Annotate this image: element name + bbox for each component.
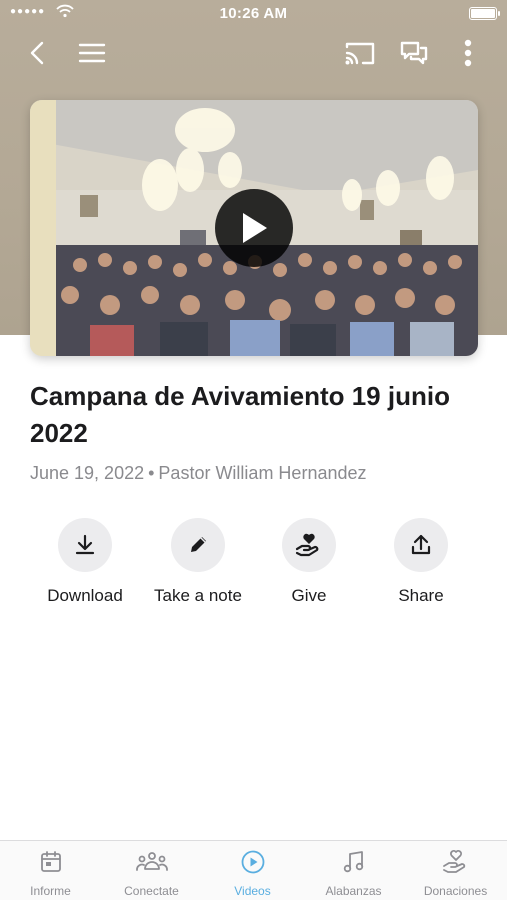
cast-icon xyxy=(345,42,375,65)
tab-informe[interactable]: Informe xyxy=(0,849,101,898)
battery-icon xyxy=(469,7,500,20)
video-thumbnail[interactable] xyxy=(30,100,478,356)
take-a-note-button[interactable]: Take a note xyxy=(143,518,253,606)
download-icon xyxy=(75,534,95,555)
meta-separator: • xyxy=(148,463,155,483)
tab-label-alabanzas: Alabanzas xyxy=(325,884,382,898)
download-icon-circle xyxy=(58,518,112,572)
sermon-title: Campana de Avivamiento 19 junio 2022 xyxy=(30,381,450,448)
cast-button[interactable] xyxy=(342,36,378,70)
back-button[interactable] xyxy=(20,36,56,70)
more-options-button[interactable] xyxy=(450,36,486,70)
more-vertical-icon xyxy=(464,39,472,67)
give-button[interactable]: Give xyxy=(254,518,364,606)
pencil-icon xyxy=(191,537,206,552)
tab-bar: Informe Conectate Videos Alabanzas Donac… xyxy=(0,840,507,900)
heart-hand-icon xyxy=(442,850,465,873)
tab-videos[interactable]: Videos xyxy=(202,849,303,898)
give-icon-circle xyxy=(282,518,336,572)
status-bar: ●●●●● 10:26 AM xyxy=(0,0,507,28)
tab-conectate[interactable]: Conectate xyxy=(101,849,202,898)
tab-alabanzas[interactable]: Alabanzas xyxy=(303,849,404,898)
download-button[interactable]: Download xyxy=(30,518,140,606)
play-icon xyxy=(243,213,267,243)
chat-button[interactable] xyxy=(396,36,432,70)
tab-label-donaciones: Donaciones xyxy=(423,884,488,898)
chevron-left-icon xyxy=(30,41,44,65)
calendar-icon xyxy=(40,851,61,872)
hamburger-menu-icon xyxy=(78,43,106,63)
give-heart-hand-icon xyxy=(295,533,319,557)
people-group-icon xyxy=(135,852,168,871)
chat-bubbles-icon xyxy=(400,41,428,65)
download-label: Download xyxy=(47,586,123,605)
play-button[interactable] xyxy=(215,189,293,267)
pencil-icon-circle xyxy=(171,518,225,572)
status-time: 10:26 AM xyxy=(219,5,288,22)
tab-label-videos: Videos xyxy=(234,884,271,898)
play-circle-icon xyxy=(241,850,264,874)
share-icon-circle xyxy=(394,518,448,572)
share-button[interactable]: Share xyxy=(366,518,476,606)
tab-label-informe: Informe xyxy=(30,884,71,898)
tab-donaciones[interactable]: Donaciones xyxy=(405,849,506,898)
action-row: Download Take a note Give Share xyxy=(0,518,507,618)
sermon-speaker: Pastor William Hernandez xyxy=(158,463,367,483)
sermon-date: June 19, 2022 xyxy=(30,463,145,483)
music-note-icon xyxy=(343,851,363,873)
share-icon xyxy=(411,534,431,555)
sermon-meta: June 19, 2022 • Pastor William Hernandez xyxy=(30,463,480,484)
give-label: Give xyxy=(291,586,327,605)
tab-label-conectate: Conectate xyxy=(124,884,179,898)
share-label: Share xyxy=(398,586,444,605)
menu-button[interactable] xyxy=(74,36,110,70)
take-a-note-label: Take a note xyxy=(154,586,242,605)
